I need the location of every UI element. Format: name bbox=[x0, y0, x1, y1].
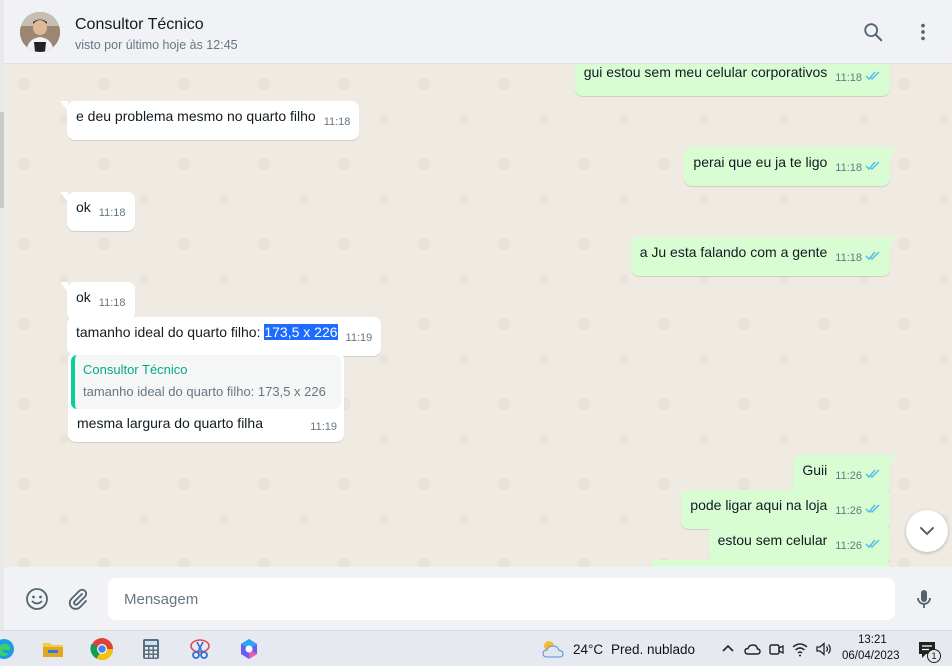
show-hidden-icons-button[interactable] bbox=[719, 640, 737, 658]
search-button[interactable] bbox=[861, 20, 885, 44]
read-ticks-icon bbox=[865, 503, 881, 514]
notification-count-badge: 1 bbox=[927, 649, 941, 663]
message-text: Guii bbox=[802, 462, 828, 478]
message-outgoing-partial[interactable] bbox=[650, 560, 890, 567]
meet-now-tray[interactable] bbox=[767, 640, 785, 658]
read-ticks-icon bbox=[865, 468, 881, 479]
snipping-tool-app[interactable] bbox=[188, 637, 212, 661]
chat-header: Consultor Técnico visto por último hoje … bbox=[4, 0, 952, 64]
attach-button[interactable] bbox=[65, 586, 91, 612]
edge-icon bbox=[0, 639, 14, 659]
weather-description[interactable]: Pred. nublado bbox=[611, 642, 695, 657]
chrome-app[interactable] bbox=[90, 637, 114, 661]
message-time: 11:18 bbox=[323, 116, 351, 128]
message-incoming[interactable]: e deu problema mesmo no quarto filho 11:1… bbox=[59, 101, 360, 140]
contact-avatar[interactable] bbox=[20, 12, 60, 52]
camera-icon bbox=[769, 644, 784, 655]
emoji-button[interactable] bbox=[24, 586, 50, 612]
read-ticks-icon bbox=[865, 70, 881, 81]
read-ticks-icon bbox=[865, 250, 881, 261]
message-incoming-reply[interactable]: Consultor Técnico tamanho ideal do quart… bbox=[68, 352, 344, 442]
selected-text[interactable]: 173,5 x 226 bbox=[264, 324, 338, 340]
message-time: 11:19 bbox=[345, 332, 373, 344]
message-text: estou sem celular bbox=[717, 532, 828, 548]
message-incoming[interactable]: ok 11:18 bbox=[60, 192, 135, 231]
message-incoming[interactable]: tamanho ideal do quarto filho: 173,5 x 2… bbox=[67, 317, 382, 356]
folder-icon bbox=[43, 643, 63, 657]
onedrive-tray[interactable] bbox=[743, 640, 761, 658]
windows-taskbar: 24°C Pred. nublado 13:21 06/04/2023 1 bbox=[0, 630, 952, 666]
chat-area[interactable]: gui estou sem meu celular corporativos 11… bbox=[4, 64, 952, 567]
message-outgoing[interactable]: estou sem celular 11:26 bbox=[708, 525, 890, 564]
message-text: mesma largura do quarto filha bbox=[77, 415, 263, 431]
read-ticks-icon bbox=[865, 160, 881, 171]
message-time: 11:18 bbox=[835, 162, 862, 174]
message-time: 11:26 bbox=[835, 470, 862, 482]
file-explorer-app[interactable] bbox=[41, 637, 65, 661]
copilot-icon bbox=[241, 639, 257, 659]
message-text: e deu problema mesmo no quarto filho bbox=[76, 108, 316, 124]
message-time: 11:18 bbox=[98, 207, 126, 219]
message-outgoing[interactable]: a Ju esta falando com a gente 11:18 bbox=[630, 237, 898, 276]
clock-date[interactable]: 06/04/2023 bbox=[842, 650, 900, 662]
chevron-down-icon bbox=[920, 527, 934, 536]
message-outgoing[interactable]: pode ligar aqui na loja 11:26 bbox=[681, 490, 890, 529]
wifi-icon bbox=[792, 643, 808, 657]
calculator-app[interactable] bbox=[139, 637, 163, 661]
scissors-icon bbox=[190, 639, 210, 659]
message-outgoing[interactable]: Guii 11:26 bbox=[793, 455, 897, 494]
calculator-icon bbox=[143, 639, 159, 659]
message-time: 11:18 bbox=[98, 297, 126, 309]
voice-message-button[interactable] bbox=[911, 586, 937, 612]
message-time: 11:26 bbox=[835, 505, 862, 517]
quoted-text: tamanho ideal do quarto filho: 173,5 x 2… bbox=[83, 384, 326, 399]
message-composer bbox=[4, 567, 952, 630]
weather-temperature[interactable]: 24°C bbox=[573, 642, 603, 657]
chrome-icon bbox=[90, 638, 113, 660]
volume-tray[interactable] bbox=[815, 640, 833, 658]
message-time: 11:18 bbox=[835, 72, 862, 84]
message-text: gui estou sem meu celular corporativos bbox=[583, 64, 828, 80]
message-text: tamanho ideal do quarto filho: bbox=[76, 324, 265, 340]
speaker-icon bbox=[816, 642, 831, 656]
message-text: perai que eu ja te ligo bbox=[693, 154, 828, 170]
message-time: 11:26 bbox=[835, 540, 862, 552]
message-text: a Ju esta falando com a gente bbox=[639, 244, 828, 260]
emoji-icon bbox=[26, 588, 48, 610]
contact-last-seen: visto por último hoje às 12:45 bbox=[75, 38, 238, 52]
message-input[interactable] bbox=[108, 578, 895, 620]
wifi-tray[interactable] bbox=[791, 640, 809, 658]
read-ticks-icon bbox=[865, 538, 881, 549]
message-outgoing[interactable]: perai que eu ja te ligo 11:18 bbox=[684, 147, 897, 186]
avatar-photo bbox=[20, 12, 60, 52]
menu-button[interactable] bbox=[911, 20, 935, 44]
edge-app[interactable] bbox=[0, 637, 16, 661]
message-text: ok bbox=[76, 289, 91, 305]
message-incoming[interactable]: ok 11:18 bbox=[60, 282, 135, 321]
contact-name[interactable]: Consultor Técnico bbox=[75, 16, 204, 34]
search-icon bbox=[864, 23, 883, 42]
weather-partly-cloudy-icon[interactable] bbox=[540, 637, 566, 661]
message-time: 11:18 bbox=[835, 252, 862, 264]
scroll-to-bottom-button[interactable] bbox=[906, 510, 948, 552]
cloud-icon bbox=[744, 644, 761, 655]
message-outgoing[interactable]: gui estou sem meu celular corporativos 11… bbox=[574, 64, 890, 96]
quoted-message[interactable]: Consultor Técnico tamanho ideal do quart… bbox=[71, 355, 341, 409]
message-text: ok bbox=[76, 199, 91, 215]
paperclip-icon bbox=[68, 588, 88, 610]
kebab-menu-icon bbox=[921, 23, 925, 41]
message-text: pode ligar aqui na loja bbox=[690, 497, 828, 513]
quoted-author: Consultor Técnico bbox=[83, 362, 188, 377]
clock-time[interactable]: 13:21 bbox=[858, 634, 887, 646]
copilot-app[interactable] bbox=[237, 637, 261, 661]
microphone-icon bbox=[917, 590, 931, 608]
chevron-up-icon bbox=[722, 644, 734, 652]
message-time: 11:19 bbox=[310, 421, 337, 433]
